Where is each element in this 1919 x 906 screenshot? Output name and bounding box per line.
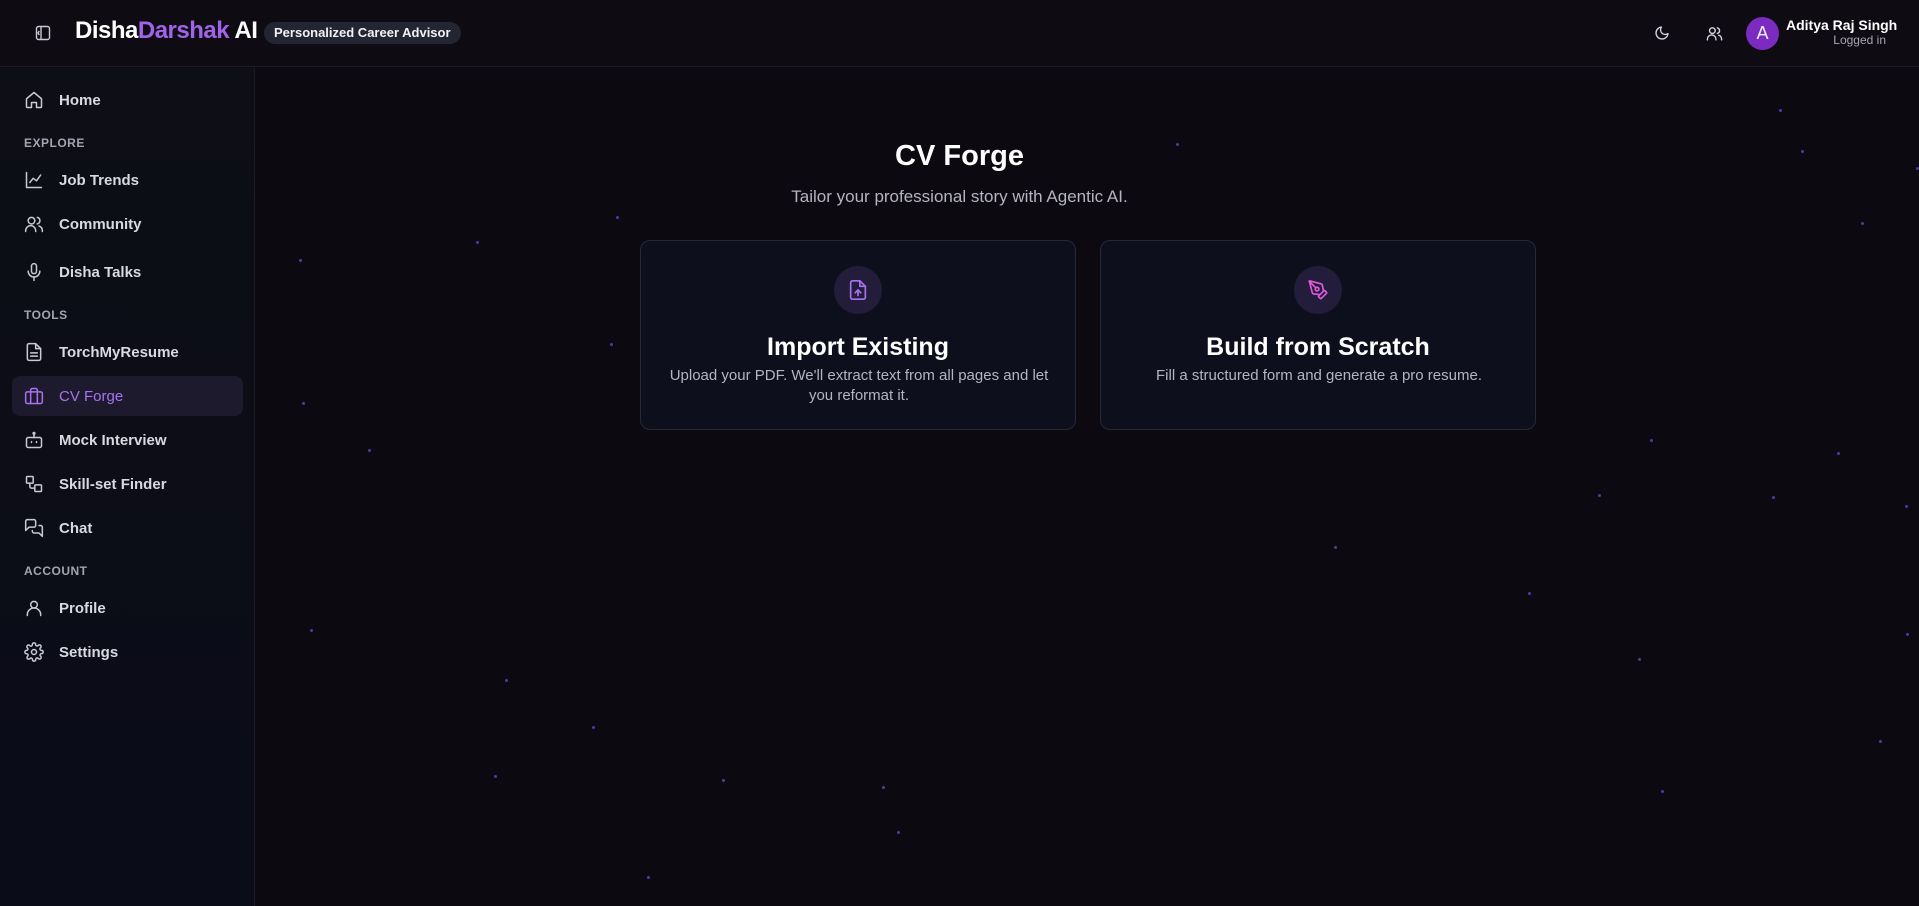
sidebar-toggle-button[interactable]	[30, 20, 56, 46]
star-dot	[494, 775, 497, 778]
sidebar-item-label: Mock Interview	[59, 431, 167, 449]
robot-icon	[25, 431, 43, 449]
sidebar-item-label: Skill-set Finder	[59, 475, 167, 493]
sidebar-item-skill-set-finder[interactable]: Skill-set Finder	[12, 464, 243, 504]
user-icon	[26, 600, 42, 617]
star-dot	[897, 831, 900, 834]
star-dot	[1661, 790, 1664, 793]
star-dot	[299, 259, 302, 262]
star-dot	[1528, 592, 1531, 595]
card-title: Import Existing	[767, 333, 949, 361]
document-icon	[26, 342, 42, 362]
sidebar-item-label: Job Trends	[59, 171, 140, 189]
star-dot	[1905, 505, 1908, 508]
pen-tool-icon	[1308, 280, 1328, 300]
page-title: CV Forge	[895, 140, 1024, 172]
star-dot	[1879, 740, 1882, 743]
briefcase-icon	[24, 387, 44, 405]
star-dot	[1779, 109, 1782, 112]
sidebar-item-home[interactable]: Home	[12, 80, 243, 120]
top-bar: DishaDarshak AI Personalized Career Advi…	[0, 0, 1919, 67]
sidebar-item-community[interactable]: Community	[12, 204, 243, 244]
star-dot	[882, 786, 885, 789]
sidebar-item-profile[interactable]: Profile	[12, 588, 243, 628]
star-dot	[1906, 633, 1909, 636]
sidebar-item-label: TorchMyResume	[59, 343, 179, 361]
section-label-account: ACCOUNT	[24, 564, 88, 578]
sidebar-item-label: Settings	[59, 643, 119, 661]
sidebar-toggle-icon	[35, 25, 51, 41]
brand-text-part1: Disha	[75, 17, 138, 44]
brand-logo[interactable]: DishaDarshak AI	[75, 17, 258, 45]
shapes-icon	[25, 475, 43, 493]
sidebar-item-disha-talks[interactable]: Disha Talks	[12, 252, 243, 292]
theme-toggle-button[interactable]	[1649, 20, 1675, 46]
card-description: Upload your PDF. We'll extract text from…	[669, 367, 1049, 404]
sidebar-item-mock-interview[interactable]: Mock Interview	[12, 420, 243, 460]
star-dot	[610, 343, 613, 346]
star-dot	[722, 779, 725, 782]
sidebar-item-label: Chat	[59, 519, 93, 537]
page-subtitle: Tailor your professional story with Agen…	[791, 187, 1128, 206]
star-dot	[1334, 546, 1337, 549]
user-status: Logged in	[1833, 33, 1886, 47]
users-icon	[24, 216, 44, 233]
avatar[interactable]: A	[1746, 17, 1779, 50]
microphone-icon	[27, 262, 41, 282]
gear-icon	[24, 642, 44, 662]
star-dot	[1598, 494, 1601, 497]
user-name: Aditya Raj Singh	[1786, 17, 1898, 33]
star-dot	[310, 629, 313, 632]
section-label-tools: TOOLS	[24, 308, 68, 322]
sidebar-item-label: Profile	[59, 599, 106, 617]
moon-icon	[1655, 26, 1669, 40]
star-dot	[1861, 222, 1864, 225]
community-button[interactable]	[1701, 20, 1727, 46]
import-existing-card[interactable]: Import Existing Upload your PDF. We'll e…	[640, 240, 1076, 430]
sidebar-item-torchmyresume[interactable]: TorchMyResume	[12, 332, 243, 372]
star-dot	[592, 726, 595, 729]
star-dot	[505, 679, 508, 682]
star-dot	[1772, 496, 1775, 499]
star-dot	[616, 216, 619, 219]
star-dot	[1837, 452, 1840, 455]
star-dot	[1650, 439, 1653, 442]
sidebar-item-label: Community	[59, 215, 142, 233]
brand-text-part2: Darshak	[137, 17, 230, 44]
sidebar-item-settings[interactable]: Settings	[12, 632, 243, 672]
build-from-scratch-card[interactable]: Build from Scratch Fill a structured for…	[1100, 240, 1536, 430]
card-icon-wrapper	[834, 266, 882, 314]
sidebar-item-label: CV Forge	[59, 387, 124, 405]
star-dot	[368, 449, 371, 452]
card-title: Build from Scratch	[1206, 333, 1430, 361]
star-dot	[476, 241, 479, 244]
sidebar-item-cv-forge[interactable]: CV Forge	[12, 376, 243, 416]
home-icon	[25, 91, 43, 109]
users-icon	[1706, 26, 1722, 41]
card-icon-wrapper	[1294, 266, 1342, 314]
sidebar-item-label: Disha Talks	[59, 263, 142, 281]
sidebar-item-chat[interactable]: Chat	[12, 508, 243, 548]
sidebar-item-label: Home	[59, 91, 101, 109]
card-description: Fill a structured form and generate a pr…	[1156, 367, 1482, 384]
brand-text-part3: AI	[229, 17, 258, 44]
star-dot	[1638, 658, 1641, 661]
tagline-badge: Personalized Career Advisor	[264, 22, 461, 44]
chat-icon	[24, 518, 44, 538]
file-upload-icon	[849, 280, 867, 300]
star-dot	[647, 876, 650, 879]
star-dot	[302, 402, 305, 405]
